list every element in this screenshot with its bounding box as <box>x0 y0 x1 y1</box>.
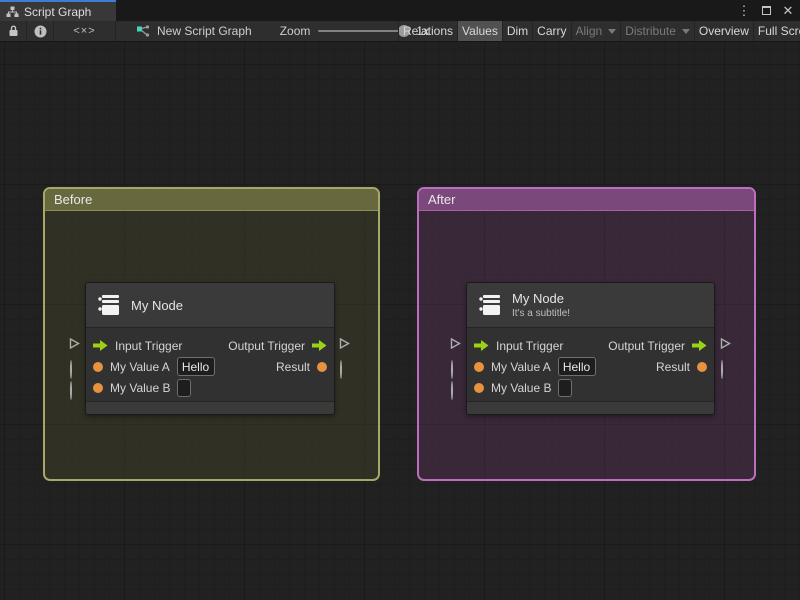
node-before[interactable]: My Node Input Trigger Output Trigger My … <box>85 282 335 415</box>
relations-button[interactable]: Relations <box>399 21 459 41</box>
external-flow-input-port[interactable] <box>450 338 461 349</box>
port-row: My Value B <box>467 377 714 398</box>
value-port-icon[interactable] <box>474 382 484 393</box>
external-value-port[interactable] <box>721 360 732 379</box>
node-after-header[interactable]: My Node It's a subtitle! <box>467 283 714 328</box>
port-row: Input Trigger Output Trigger <box>86 335 334 356</box>
code-preview-icon[interactable]: <×> <box>54 21 116 41</box>
fullscreen-button[interactable]: Full Screen <box>754 21 800 41</box>
node-title: My Node <box>512 290 565 306</box>
tab-script-graph[interactable]: Script Graph <box>0 0 116 21</box>
flow-output-icon[interactable] <box>312 340 327 351</box>
external-flow-output-port[interactable] <box>339 338 350 349</box>
external-flow-output-port[interactable] <box>720 338 731 349</box>
chevron-down-icon <box>608 28 617 34</box>
external-flow-input-port[interactable] <box>69 338 80 349</box>
node-title: My Node <box>131 297 184 313</box>
value-b-label: My Value B <box>110 380 171 395</box>
kebab-menu-icon[interactable]: ⋮ <box>736 3 752 19</box>
lock-icon[interactable] <box>0 21 27 41</box>
group-after-header[interactable]: After <box>419 189 754 211</box>
distribute-dropdown[interactable]: Distribute <box>621 21 695 41</box>
flow-output-icon[interactable] <box>692 340 707 351</box>
info-icon[interactable] <box>27 21 54 41</box>
value-a-label: My Value A <box>491 359 551 374</box>
value-b-input[interactable] <box>558 378 573 397</box>
tab-label: Script Graph <box>24 4 92 19</box>
chevron-down-icon <box>681 28 690 34</box>
output-trigger-label: Output Trigger <box>608 338 685 353</box>
value-port-icon[interactable] <box>474 361 484 372</box>
value-port-icon[interactable] <box>93 382 103 393</box>
external-value-port[interactable] <box>70 360 81 379</box>
value-a-input[interactable] <box>176 357 215 376</box>
zoom-label: Zoom <box>279 24 311 38</box>
external-value-port[interactable] <box>340 360 351 379</box>
script-graph-window: Script Graph ⋮ ✕ <×> New Script Graph Zo… <box>0 0 800 600</box>
toolbar-left: <×> New Script Graph Zoom 1x <box>0 21 429 41</box>
port-row: Input Trigger Output Trigger <box>467 335 714 356</box>
graph-title: New Script Graph <box>136 24 252 38</box>
external-value-port[interactable] <box>451 360 462 379</box>
graph-name-label: New Script Graph <box>157 24 252 38</box>
window-controls: ⋮ ✕ <box>736 0 796 21</box>
value-port-icon[interactable] <box>317 361 327 372</box>
input-trigger-label: Input Trigger <box>496 338 564 353</box>
unit-icon <box>96 292 122 318</box>
graph-hierarchy-icon <box>6 6 19 18</box>
toolbar-right: Relations Values Dim Carry Align Distrib… <box>398 21 800 41</box>
tab-bar: Script Graph ⋮ ✕ <box>0 0 800 21</box>
carry-button[interactable]: Carry <box>533 21 572 41</box>
output-trigger-label: Output Trigger <box>228 338 305 353</box>
unit-icon <box>477 292 503 318</box>
new-graph-icon <box>136 24 150 38</box>
group-before-header[interactable]: Before <box>45 189 378 211</box>
result-label: Result <box>275 359 310 374</box>
node-after-ports: Input Trigger Output Trigger My Value A … <box>467 328 714 398</box>
flow-input-icon[interactable] <box>93 340 108 351</box>
group-after-label: After <box>428 192 456 207</box>
values-button[interactable]: Values <box>458 21 503 41</box>
overview-button[interactable]: Overview <box>695 21 754 41</box>
input-trigger-label: Input Trigger <box>115 338 183 353</box>
value-a-input[interactable] <box>557 357 596 376</box>
value-b-input[interactable] <box>177 378 192 397</box>
external-value-port[interactable] <box>70 381 81 400</box>
graph-toolbar: <×> New Script Graph Zoom 1x Relations V… <box>0 21 800 42</box>
close-icon[interactable]: ✕ <box>780 3 796 19</box>
group-before-label: Before <box>54 192 93 207</box>
external-value-port[interactable] <box>451 381 462 400</box>
zoom-slider[interactable] <box>318 25 411 37</box>
node-before-header[interactable]: My Node <box>86 283 334 328</box>
port-row: My Value A Result <box>86 356 334 377</box>
node-before-ports: Input Trigger Output Trigger My Value A … <box>86 328 334 398</box>
port-row: My Value B <box>86 377 334 398</box>
node-footer <box>467 401 714 414</box>
node-footer <box>86 401 334 414</box>
align-dropdown[interactable]: Align <box>572 21 622 41</box>
flow-input-icon[interactable] <box>474 340 489 351</box>
value-port-icon[interactable] <box>697 361 707 372</box>
node-subtitle: It's a subtitle! <box>512 307 571 319</box>
value-b-label: My Value B <box>491 380 552 395</box>
result-label: Result <box>655 359 690 374</box>
graph-canvas[interactable]: Before After My Node Input Trigger Outpu… <box>0 42 800 600</box>
value-a-label: My Value A <box>110 359 170 374</box>
maximize-icon[interactable] <box>758 3 774 19</box>
node-after[interactable]: My Node It's a subtitle! Input Trigger O… <box>466 282 715 415</box>
port-row: My Value A Result <box>467 356 714 377</box>
dim-button[interactable]: Dim <box>503 21 534 41</box>
value-port-icon[interactable] <box>93 361 103 372</box>
